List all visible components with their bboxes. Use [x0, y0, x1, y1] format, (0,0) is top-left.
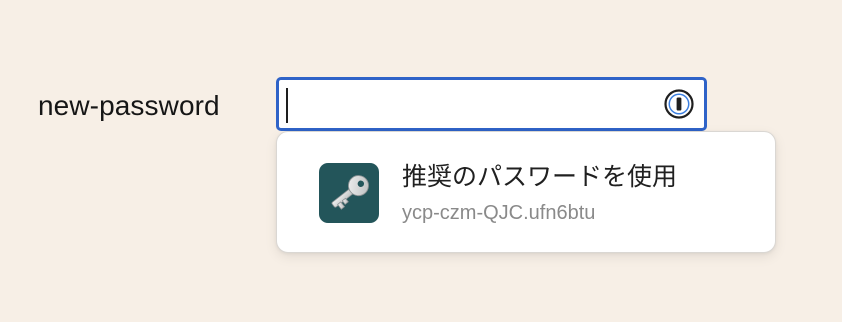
generated-password: ycp-czm-QJC.ufn6btu	[402, 202, 596, 224]
text-caret	[286, 88, 288, 123]
suggestion-title: 推奨のパスワードを使用	[402, 162, 678, 191]
1password-icon[interactable]	[664, 89, 694, 119]
new-password-input[interactable]	[276, 77, 707, 131]
key-icon	[319, 163, 379, 223]
new-password-label: new-password	[38, 90, 220, 121]
password-suggestion-popup[interactable]: 推奨のパスワードを使用 ycp-czm-QJC.ufn6btu	[276, 131, 776, 253]
